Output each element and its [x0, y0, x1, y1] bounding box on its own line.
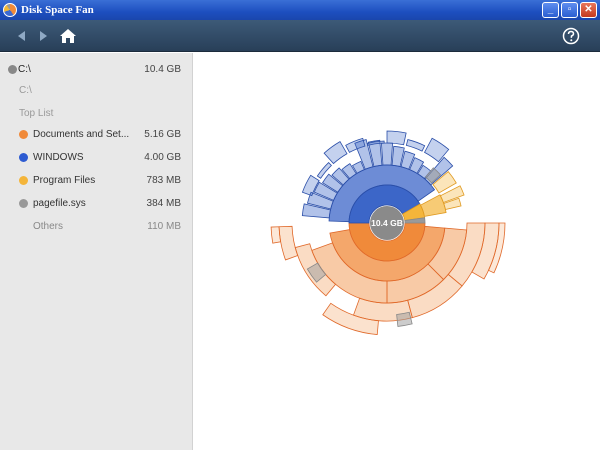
- fan-segment-documents[interactable]: [270, 226, 282, 244]
- list-item-others[interactable]: Others 110 MB: [0, 217, 193, 237]
- back-arrow-icon[interactable]: [14, 28, 30, 44]
- list-item-pagefile[interactable]: pagefile.sys 384 MB: [0, 194, 193, 214]
- yellow-dot-icon: [19, 176, 28, 185]
- forward-arrow-icon[interactable]: [35, 28, 51, 44]
- disk-usage-fan-chart[interactable]: 10.4 GB: [194, 53, 600, 450]
- list-item-size: 110 MB: [147, 221, 181, 232]
- gray-dot-icon: [19, 199, 28, 208]
- list-item-documents[interactable]: Documents and Set... 5.16 GB: [0, 125, 193, 145]
- current-path: C:\: [19, 85, 32, 96]
- list-item-name: Others: [33, 221, 64, 232]
- home-icon[interactable]: [58, 26, 78, 46]
- close-button[interactable]: ✕: [580, 2, 597, 18]
- sidebar: C:\ 10.4 GB C:\ Top List Documents and S…: [0, 53, 193, 450]
- title-bar: Disk Space Fan _ ▫ ✕: [0, 0, 600, 20]
- maximize-button[interactable]: ▫: [561, 2, 578, 18]
- list-item-name: pagefile.sys: [33, 198, 86, 209]
- fan-segment-other[interactable]: [396, 311, 413, 327]
- app-logo-icon: [3, 3, 17, 17]
- top-list-heading: Top List: [19, 108, 54, 119]
- toolbar: [0, 20, 600, 52]
- fan-segment-windows[interactable]: [323, 141, 348, 165]
- minimize-button[interactable]: _: [542, 2, 559, 18]
- orange-dot-icon: [19, 130, 28, 139]
- fan-segment-windows[interactable]: [386, 130, 407, 146]
- list-item-size: 5.16 GB: [144, 129, 181, 140]
- root-drive-name: C:\: [18, 64, 31, 75]
- root-drive-dot: [8, 65, 17, 74]
- help-icon[interactable]: [562, 27, 580, 45]
- root-drive-row[interactable]: C:\ 10.4 GB: [0, 60, 193, 80]
- list-item-size: 783 MB: [146, 175, 181, 186]
- list-item-name: Program Files: [33, 175, 96, 186]
- blue-dot-icon: [19, 153, 28, 162]
- fan-segment-documents[interactable]: [278, 225, 299, 261]
- list-item-name: Documents and Set...: [33, 129, 130, 140]
- app-window: Disk Space Fan _ ▫ ✕ C:\ 10.4 GB C:\ Top…: [0, 0, 600, 450]
- list-item-name: WINDOWS: [33, 152, 84, 163]
- fan-segment-windows[interactable]: [380, 142, 394, 166]
- list-item-program-files[interactable]: Program Files 783 MB: [0, 171, 193, 191]
- list-item-size: 384 MB: [146, 198, 181, 209]
- list-item-size: 4.00 GB: [144, 152, 181, 163]
- root-drive-size: 10.4 GB: [144, 64, 181, 75]
- list-item-windows[interactable]: WINDOWS 4.00 GB: [0, 148, 193, 168]
- center-total-label: 10.4 GB: [371, 218, 403, 228]
- fan-segment-windows[interactable]: [405, 139, 426, 152]
- window-title: Disk Space Fan: [21, 4, 94, 16]
